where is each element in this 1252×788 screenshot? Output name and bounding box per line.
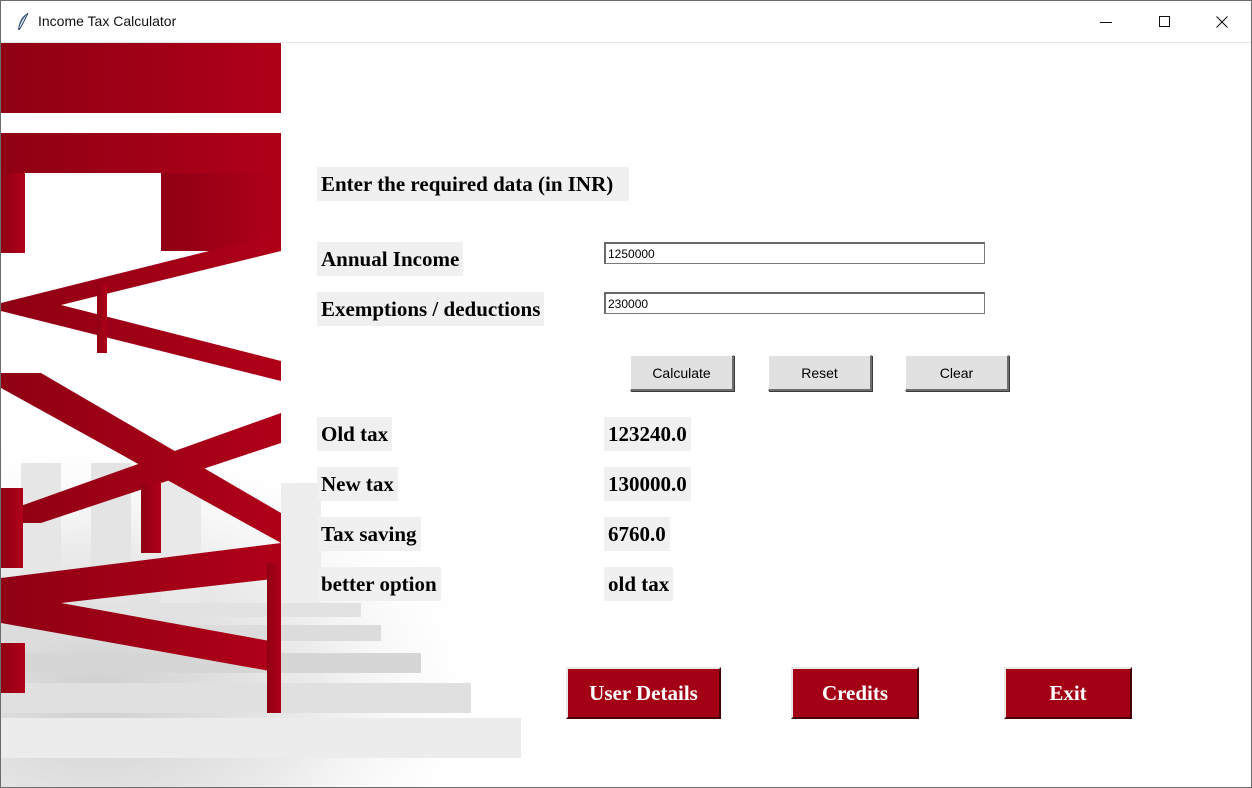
tax-saving-label: Tax saving [317,517,421,551]
old-tax-label: Old tax [317,417,393,451]
background-artwork [1,43,541,787]
clear-button[interactable]: Clear [905,355,1009,391]
window-title: Income Tax Calculator [38,13,177,29]
feather-icon [16,12,30,32]
new-tax-label: New tax [317,467,398,501]
form-heading: Enter the required data (in INR) [317,167,629,201]
deductions-input[interactable] [604,292,985,314]
maximize-button[interactable] [1135,1,1193,42]
app-window: Income Tax Calculator Enter the required… [0,0,1252,788]
maximize-icon [1159,16,1170,27]
calculate-button[interactable]: Calculate [630,355,734,391]
close-button[interactable] [1193,1,1251,42]
main-content: Enter the required data (in INR) Annual … [1,43,1251,787]
minimize-icon [1100,22,1112,23]
deductions-label: Exemptions / deductions [317,292,545,326]
title-bar[interactable]: Income Tax Calculator [1,1,1251,43]
exit-button[interactable]: Exit [1004,667,1132,719]
tax-saving-value: 6760.0 [604,517,670,551]
annual-income-input[interactable] [604,242,985,264]
old-tax-value: 123240.0 [604,417,691,451]
better-option-value: old tax [604,567,674,601]
better-option-label: better option [317,567,441,601]
annual-income-label: Annual Income [317,242,464,276]
reset-button[interactable]: Reset [768,355,872,391]
close-icon [1216,16,1228,28]
new-tax-value: 130000.0 [604,467,691,501]
credits-button[interactable]: Credits [791,667,919,719]
minimize-button[interactable] [1077,1,1135,42]
user-details-button[interactable]: User Details [566,667,721,719]
